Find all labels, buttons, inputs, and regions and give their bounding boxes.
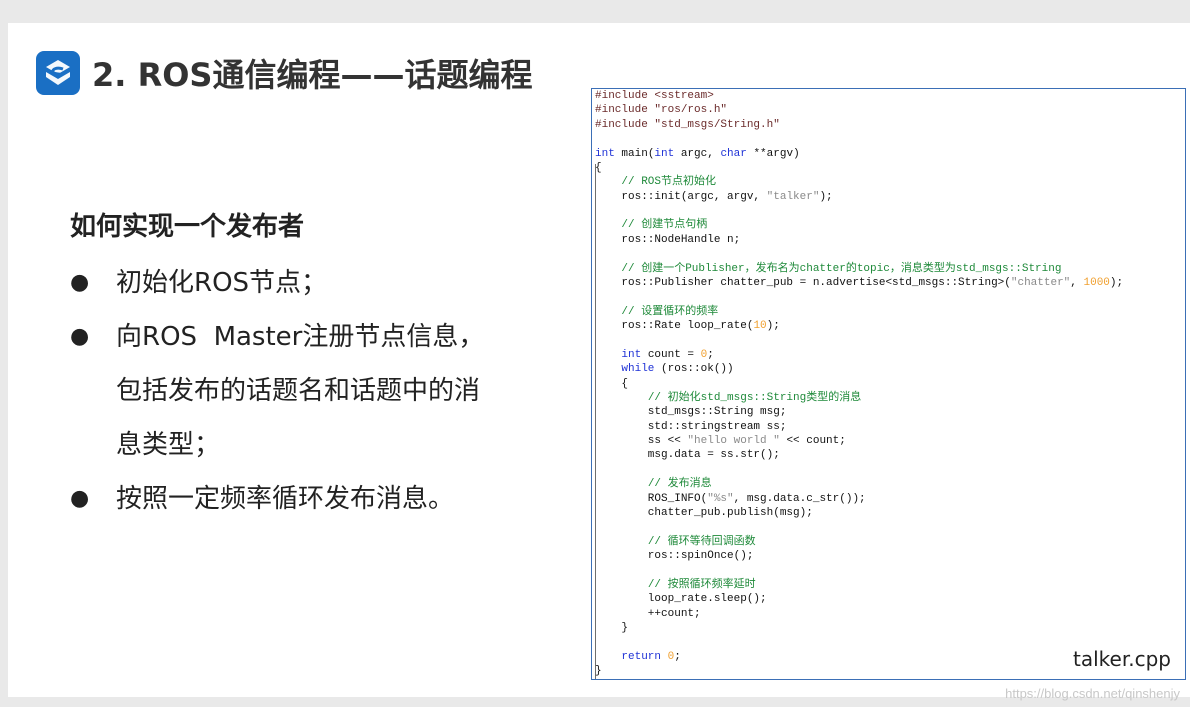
code-line: #include "std_msgs/String.h" (595, 118, 780, 131)
code-line: ss << "hello world " << count; (595, 435, 846, 447)
code-line: loop_rate.sleep(); (595, 593, 767, 606)
section-heading: 如何实现一个发布者 (70, 212, 305, 242)
bullet-text: 向ROS Master注册节点信息， 包括发布的话题名和话题中的消 息类型； (116, 310, 484, 472)
bullet-item: ● 向ROS Master注册节点信息， 包括发布的话题名和话题中的消 息类型； (70, 310, 560, 472)
code-line: while (ros::ok()) (621, 363, 734, 376)
code-line: chatter_pub.publish(msg); (595, 506, 813, 519)
bullet-dot-icon: ● (70, 270, 90, 295)
code-line: std_msgs::String msg; (595, 406, 787, 419)
code-listing: #include <sstream> #include "ros/ros.h" #i… (595, 89, 1123, 678)
code-line: ROS_INFO("%s", msg.data.c_str()); (595, 492, 866, 505)
code-line: std::stringstream ss; (595, 420, 787, 433)
code-line: ros::init(argc, argv, "talker"); (595, 190, 833, 203)
code-line: int main(int argc, char **argv) (595, 147, 800, 160)
code-line: int count = 0; (621, 348, 714, 361)
bullet-text: 初始化ROS节点； (116, 256, 327, 310)
bullet-list: ● 初始化ROS节点； ● 向ROS Master注册节点信息， 包括发布的话题… (70, 256, 560, 526)
bullet-item: ● 初始化ROS节点； (70, 256, 560, 310)
code-panel: #include <sstream> #include "ros/ros.h" #i… (591, 88, 1186, 680)
code-line: // 循环等待回调函数 (647, 535, 756, 548)
code-line: return 0; (621, 650, 681, 663)
code-line: ++count; (595, 607, 701, 620)
bullet-line: 初始化ROS节点； (116, 268, 328, 298)
slide-title: 2. ROS通信编程——话题编程 (92, 56, 533, 94)
bullet-line: 向ROS Master注册节点信息， (116, 322, 485, 352)
bullet-item: ● 按照一定频率循环发布消息。 (70, 472, 560, 526)
code-line: msg.data = ss.str(); (595, 449, 780, 462)
code-line: ros::NodeHandle n; (595, 233, 741, 246)
bullet-text: 按照一定频率循环发布消息。 (116, 472, 454, 526)
code-filename: talker.cpp (1073, 647, 1171, 671)
bullet-line: 包括发布的话题名和话题中的消 (116, 376, 481, 406)
code-line: // 设置循环的频率 (621, 305, 719, 318)
code-line: } (595, 621, 629, 634)
code-line: // ROS节点初始化 (621, 176, 717, 189)
code-line: #include "ros/ros.h" (595, 104, 728, 117)
watermark: https://blog.csdn.net/qinshenjy (1005, 686, 1180, 701)
code-line: { (595, 161, 602, 174)
logo-icon (36, 51, 80, 95)
code-line: #include <sstream> (595, 90, 714, 102)
bullet-line: 按照一定频率循环发布消息。 (116, 484, 455, 514)
bullet-line: 息类型； (116, 430, 221, 460)
code-line: ros::spinOnce(); (595, 550, 754, 562)
bullet-dot-icon: ● (70, 486, 90, 511)
code-line: // 按照循环频率延时 (647, 578, 756, 591)
code-line: // 创建节点句柄 (621, 219, 708, 232)
code-line: // 初始化std_msgs::String类型的消息 (647, 391, 862, 404)
bullet-dot-icon: ● (70, 324, 90, 349)
code-line: ros::Rate loop_rate(10); (595, 320, 780, 332)
code-line: } (595, 665, 602, 677)
code-line: // 创建一个Publisher，发布名为chatter的topic，消息类型为… (621, 262, 1062, 275)
code-line: ros::Publisher chatter_pub = n.advertise… (595, 276, 1124, 289)
code-line: // 发布消息 (647, 478, 712, 491)
code-line: { (595, 377, 629, 390)
